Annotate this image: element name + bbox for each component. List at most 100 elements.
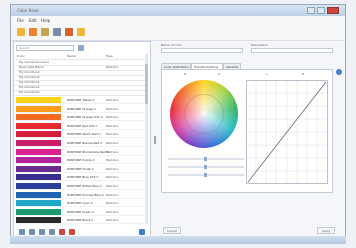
color-name: PANTONE Red 032 C <box>67 123 98 128</box>
export-icon[interactable] <box>69 229 75 235</box>
color-name: PANTONE Purple C <box>67 158 95 163</box>
color-type: Pantone <box>106 175 119 180</box>
color-row[interactable]: PANTONE Green C Pantone <box>15 208 147 216</box>
help-icon[interactable] <box>336 69 342 75</box>
description-field[interactable] <box>251 48 333 53</box>
color-name: PANTONE Process Blue C <box>67 192 105 197</box>
name-label: Name of color <box>161 43 183 47</box>
grid-icon[interactable] <box>39 229 45 235</box>
slider-1-knob[interactable] <box>204 157 207 161</box>
color-type: Pantone <box>106 106 119 111</box>
open-icon[interactable] <box>41 28 49 36</box>
header-name[interactable]: Name <box>67 54 76 59</box>
list-actions <box>15 227 149 236</box>
orange-icon[interactable] <box>29 28 37 36</box>
color-row[interactable]: PANTONE Red 032 C Pantone <box>15 122 147 130</box>
color-name: PANTONE Violet C <box>67 166 94 171</box>
color-type: Pantone <box>106 218 119 223</box>
add-icon[interactable] <box>19 229 25 235</box>
color-swatch <box>16 174 61 181</box>
color-swatch <box>16 97 61 103</box>
color-type: Pantone <box>106 123 119 128</box>
color-row[interactable]: PANTONE Warm Red C Pantone <box>15 131 147 139</box>
color-name: PANTONE Warm Red C <box>67 132 101 137</box>
slider-2-knob[interactable] <box>204 165 207 169</box>
slider-1[interactable] <box>168 157 244 161</box>
maximize-button[interactable] <box>317 7 325 14</box>
export-icon[interactable] <box>77 28 85 36</box>
list-scrollbar[interactable] <box>145 54 148 224</box>
color-swatch <box>16 131 61 138</box>
color-type: Pantone <box>106 209 119 214</box>
filter-icon[interactable] <box>78 45 84 51</box>
toolbar <box>11 24 345 41</box>
window-title: Color Book <box>17 8 39 13</box>
color-swatch <box>16 200 61 207</box>
color-row[interactable]: PANTONE Purple C Pantone <box>15 157 147 165</box>
transformations-content: H S L R <box>161 69 333 193</box>
color-row[interactable]: PANTONE Cyan C Pantone <box>15 200 147 208</box>
color-row[interactable]: PANTONE Orange 021 C Pantone <box>15 114 147 122</box>
close-button[interactable] <box>327 7 339 14</box>
tone-curve[interactable] <box>246 80 328 184</box>
color-type: Pantone <box>106 115 119 120</box>
color-type: Pantone <box>106 132 119 137</box>
scroll-thumb[interactable] <box>145 64 148 104</box>
slider-3[interactable] <box>168 173 244 177</box>
color-type: Pantone <box>106 192 119 197</box>
copy-icon[interactable] <box>49 229 55 235</box>
curve-col-r: R <box>302 72 305 76</box>
group-row-name: My Colorbook <box>19 90 40 94</box>
menu-file[interactable]: File <box>17 18 24 23</box>
apply-button[interactable]: Apply <box>317 227 335 234</box>
taskbar <box>10 236 346 244</box>
palette-icon[interactable] <box>65 28 73 36</box>
cancel-button[interactable]: Cancel <box>163 227 181 234</box>
panel-splitter[interactable] <box>153 41 157 237</box>
color-swatch <box>16 165 61 172</box>
color-row[interactable]: PANTONE Violet C Pantone <box>15 165 147 173</box>
slider-2[interactable] <box>168 165 244 169</box>
color-swatch <box>16 114 61 121</box>
import-icon[interactable] <box>59 229 65 235</box>
color-name: PANTONE Orange C <box>67 106 97 111</box>
color-swatch <box>16 105 61 112</box>
header-color[interactable]: Color <box>17 54 25 59</box>
header-type[interactable]: Type <box>106 54 113 59</box>
delete-icon[interactable] <box>53 28 61 36</box>
name-field[interactable] <box>161 48 243 53</box>
edit-icon[interactable] <box>29 229 35 235</box>
color-row[interactable]: PANTONE Rubine Red C Pantone <box>15 140 147 147</box>
color-row[interactable]: PANTONE Orange C Pantone <box>15 105 147 113</box>
title-bar: Color Book <box>11 5 345 16</box>
slider-3-knob[interactable] <box>204 173 207 177</box>
color-name: PANTONE Black C <box>67 218 94 223</box>
group-row[interactable]: My Colorbook <box>15 90 147 96</box>
search-input[interactable]: Search <box>16 45 74 51</box>
color-type: Pantone <box>106 201 119 206</box>
color-wheel[interactable] <box>170 80 238 148</box>
info-icon[interactable] <box>139 229 145 235</box>
description-label: Description <box>251 43 269 47</box>
color-name: PANTONE Orange 021 C <box>67 115 104 120</box>
detail-panel: Name of color Description Color Definiti… <box>159 41 343 237</box>
color-name: PANTONE Green C <box>67 209 95 214</box>
minimize-button[interactable] <box>307 7 315 14</box>
wheel-center <box>198 108 210 120</box>
color-row[interactable]: PANTONE Yellow C Pantone <box>15 97 147 104</box>
color-type: Pantone <box>106 141 119 145</box>
color-swatch <box>16 217 61 224</box>
menu-edit[interactable]: Edit <box>29 18 37 23</box>
menu-help[interactable]: Help <box>41 18 50 23</box>
color-row[interactable]: PANTONE Process Blue C Pantone <box>15 191 147 199</box>
color-list-panel: Search Color Name Type My Colorbook name… <box>13 41 151 237</box>
color-row[interactable]: PANTONE Reflex Blue C Pantone <box>15 183 147 190</box>
color-type: Pantone <box>106 98 119 102</box>
color-row[interactable]: PANTONE Black C Pantone <box>15 217 147 225</box>
new-icon[interactable] <box>17 28 25 36</box>
color-row[interactable]: PANTONE Rhodamine Red C Pantone <box>15 148 147 156</box>
splitter-grip[interactable] <box>154 136 156 144</box>
color-name: PANTONE Yellow C <box>67 98 95 102</box>
color-name: PANTONE Rhodamine Red C <box>67 149 109 154</box>
color-row[interactable]: PANTONE Blue 072 C Pantone <box>15 174 147 182</box>
